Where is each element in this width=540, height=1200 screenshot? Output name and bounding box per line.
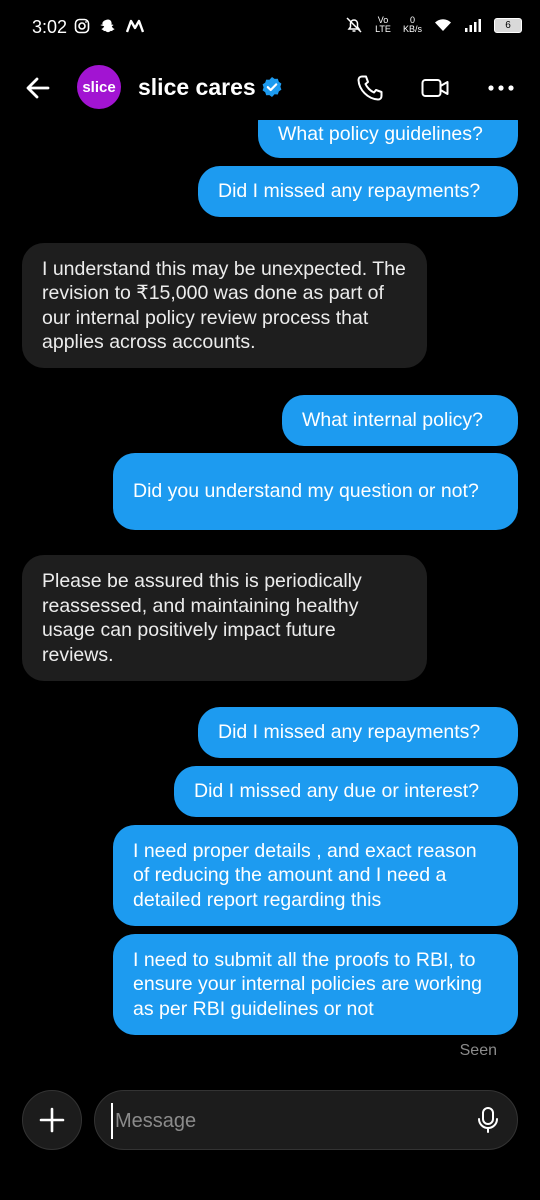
system-nav-bar (0, 1170, 540, 1200)
message-bubble-outgoing[interactable]: I need to submit all the proofs to RBI, … (113, 934, 518, 1035)
signal-icon (465, 19, 481, 32)
status-bar: 3:02 Vo LTE 0 KB/s 6 (0, 0, 540, 56)
microphone-icon[interactable] (473, 1105, 503, 1135)
message-bubble-outgoing[interactable]: Did I missed any due or interest? (174, 766, 518, 817)
mute-bell-icon (346, 17, 362, 33)
video-icon[interactable] (420, 73, 450, 103)
message-bubble-outgoing[interactable]: What internal policy? (282, 395, 518, 446)
snapchat-icon (100, 19, 115, 33)
status-time: 3:02 (32, 17, 68, 37)
network-label: Vo LTE (375, 15, 391, 34)
chat-title[interactable]: slice cares (138, 74, 256, 101)
add-attachment-button[interactable] (22, 1090, 82, 1150)
message-input[interactable] (111, 1103, 457, 1139)
message-bubble-incoming[interactable]: Please be assured this is periodically r… (22, 555, 427, 681)
phone-icon[interactable] (355, 73, 385, 103)
message-box (94, 1090, 518, 1150)
message-bubble-outgoing[interactable]: What policy guidelines? (258, 120, 518, 158)
message-bubble-outgoing[interactable]: I need proper details , and exact reason… (113, 825, 518, 926)
seen-status: Seen (459, 1042, 497, 1059)
battery-indicator: 6 (494, 17, 522, 33)
message-bubble-outgoing[interactable]: Did I missed any repayments? (198, 707, 518, 758)
message-bubble-outgoing[interactable]: Did I missed any repayments? (198, 166, 518, 217)
chat-header: slice slice cares (0, 56, 540, 120)
m-app-icon (126, 19, 144, 33)
avatar[interactable]: slice (77, 65, 121, 109)
message-bubble-outgoing[interactable]: Did you understand my question or not? (113, 453, 518, 530)
message-composer (0, 1080, 540, 1160)
speed-unit: KB/s (402, 24, 422, 34)
more-icon[interactable] (486, 73, 516, 103)
message-list[interactable]: What policy guidelines? Did I missed any… (0, 120, 540, 1070)
instagram-icon (74, 18, 90, 34)
message-bubble-incoming[interactable]: I understand this may be unexpected. The… (22, 243, 427, 368)
wifi-icon (435, 19, 451, 31)
plus-icon (39, 1107, 65, 1133)
back-arrow-icon[interactable] (22, 72, 54, 104)
verified-icon (262, 77, 282, 97)
